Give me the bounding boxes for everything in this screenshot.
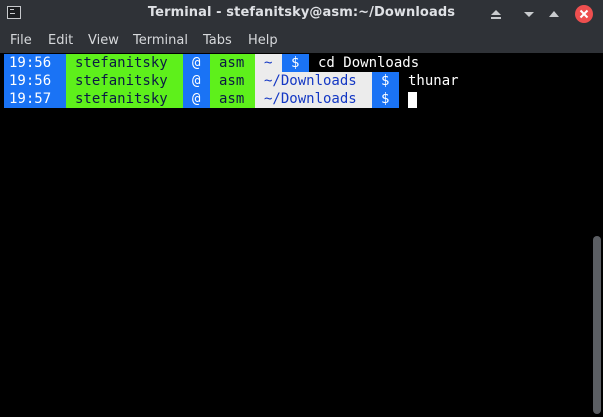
close-icon[interactable]	[575, 5, 593, 23]
prompt-dollar: $	[282, 54, 309, 72]
menu-help[interactable]: Help	[248, 33, 278, 48]
prompt-user: stefanitsky	[66, 54, 183, 72]
prompt-line: 19:57 stefanitsky @ asm ~/Downloads $	[4, 90, 417, 108]
terminal-window: Terminal - stefanitsky@asm:~/Downloads F…	[0, 0, 603, 417]
prompt-line: 19:56 stefanitsky @ asm ~/Downloads $ th…	[4, 72, 459, 90]
command-text: cd Downloads	[318, 55, 420, 71]
prompt-time: 19:56	[4, 54, 66, 72]
prompt-host: asm	[210, 90, 255, 108]
menu-edit[interactable]: Edit	[48, 33, 73, 48]
command-text: thunar	[408, 73, 459, 89]
prompt-dollar: $	[372, 72, 399, 90]
prompt-time: 19:56	[4, 72, 66, 90]
scrollbar-thumb[interactable]	[593, 236, 601, 414]
prompt-time: 19:57	[4, 90, 66, 108]
prompt-dollar: $	[372, 90, 399, 108]
prompt-user: stefanitsky	[66, 72, 183, 90]
window-title: Terminal - stefanitsky@asm:~/Downloads	[147, 5, 456, 20]
prompt-path: ~/Downloads	[255, 90, 372, 108]
prompt-host: asm	[210, 54, 255, 72]
menu-file[interactable]: File	[10, 33, 32, 48]
prompt-user: stefanitsky	[66, 90, 183, 108]
menu-tabs[interactable]: Tabs	[203, 33, 232, 48]
maximize-icon[interactable]	[547, 7, 561, 21]
prompt-at: @	[183, 72, 210, 90]
shade-icon[interactable]	[489, 7, 503, 21]
prompt-path: ~/Downloads	[255, 72, 372, 90]
minimize-icon[interactable]	[522, 7, 536, 21]
text-cursor	[408, 92, 417, 108]
menu-view[interactable]: View	[88, 33, 119, 48]
vertical-scrollbar[interactable]	[590, 53, 603, 417]
prompt-path: ~	[255, 54, 282, 72]
prompt-host: asm	[210, 72, 255, 90]
terminal-output[interactable]: 19:56 stefanitsky @ asm ~ $ cd Downloads…	[0, 53, 590, 417]
title-bar[interactable]: Terminal - stefanitsky@asm:~/Downloads	[0, 0, 603, 28]
menu-terminal[interactable]: Terminal	[133, 33, 188, 48]
prompt-line: 19:56 stefanitsky @ asm ~ $ cd Downloads	[4, 54, 419, 72]
prompt-at: @	[183, 90, 210, 108]
menu-bar: File Edit View Terminal Tabs Help	[0, 28, 603, 53]
prompt-at: @	[183, 54, 210, 72]
